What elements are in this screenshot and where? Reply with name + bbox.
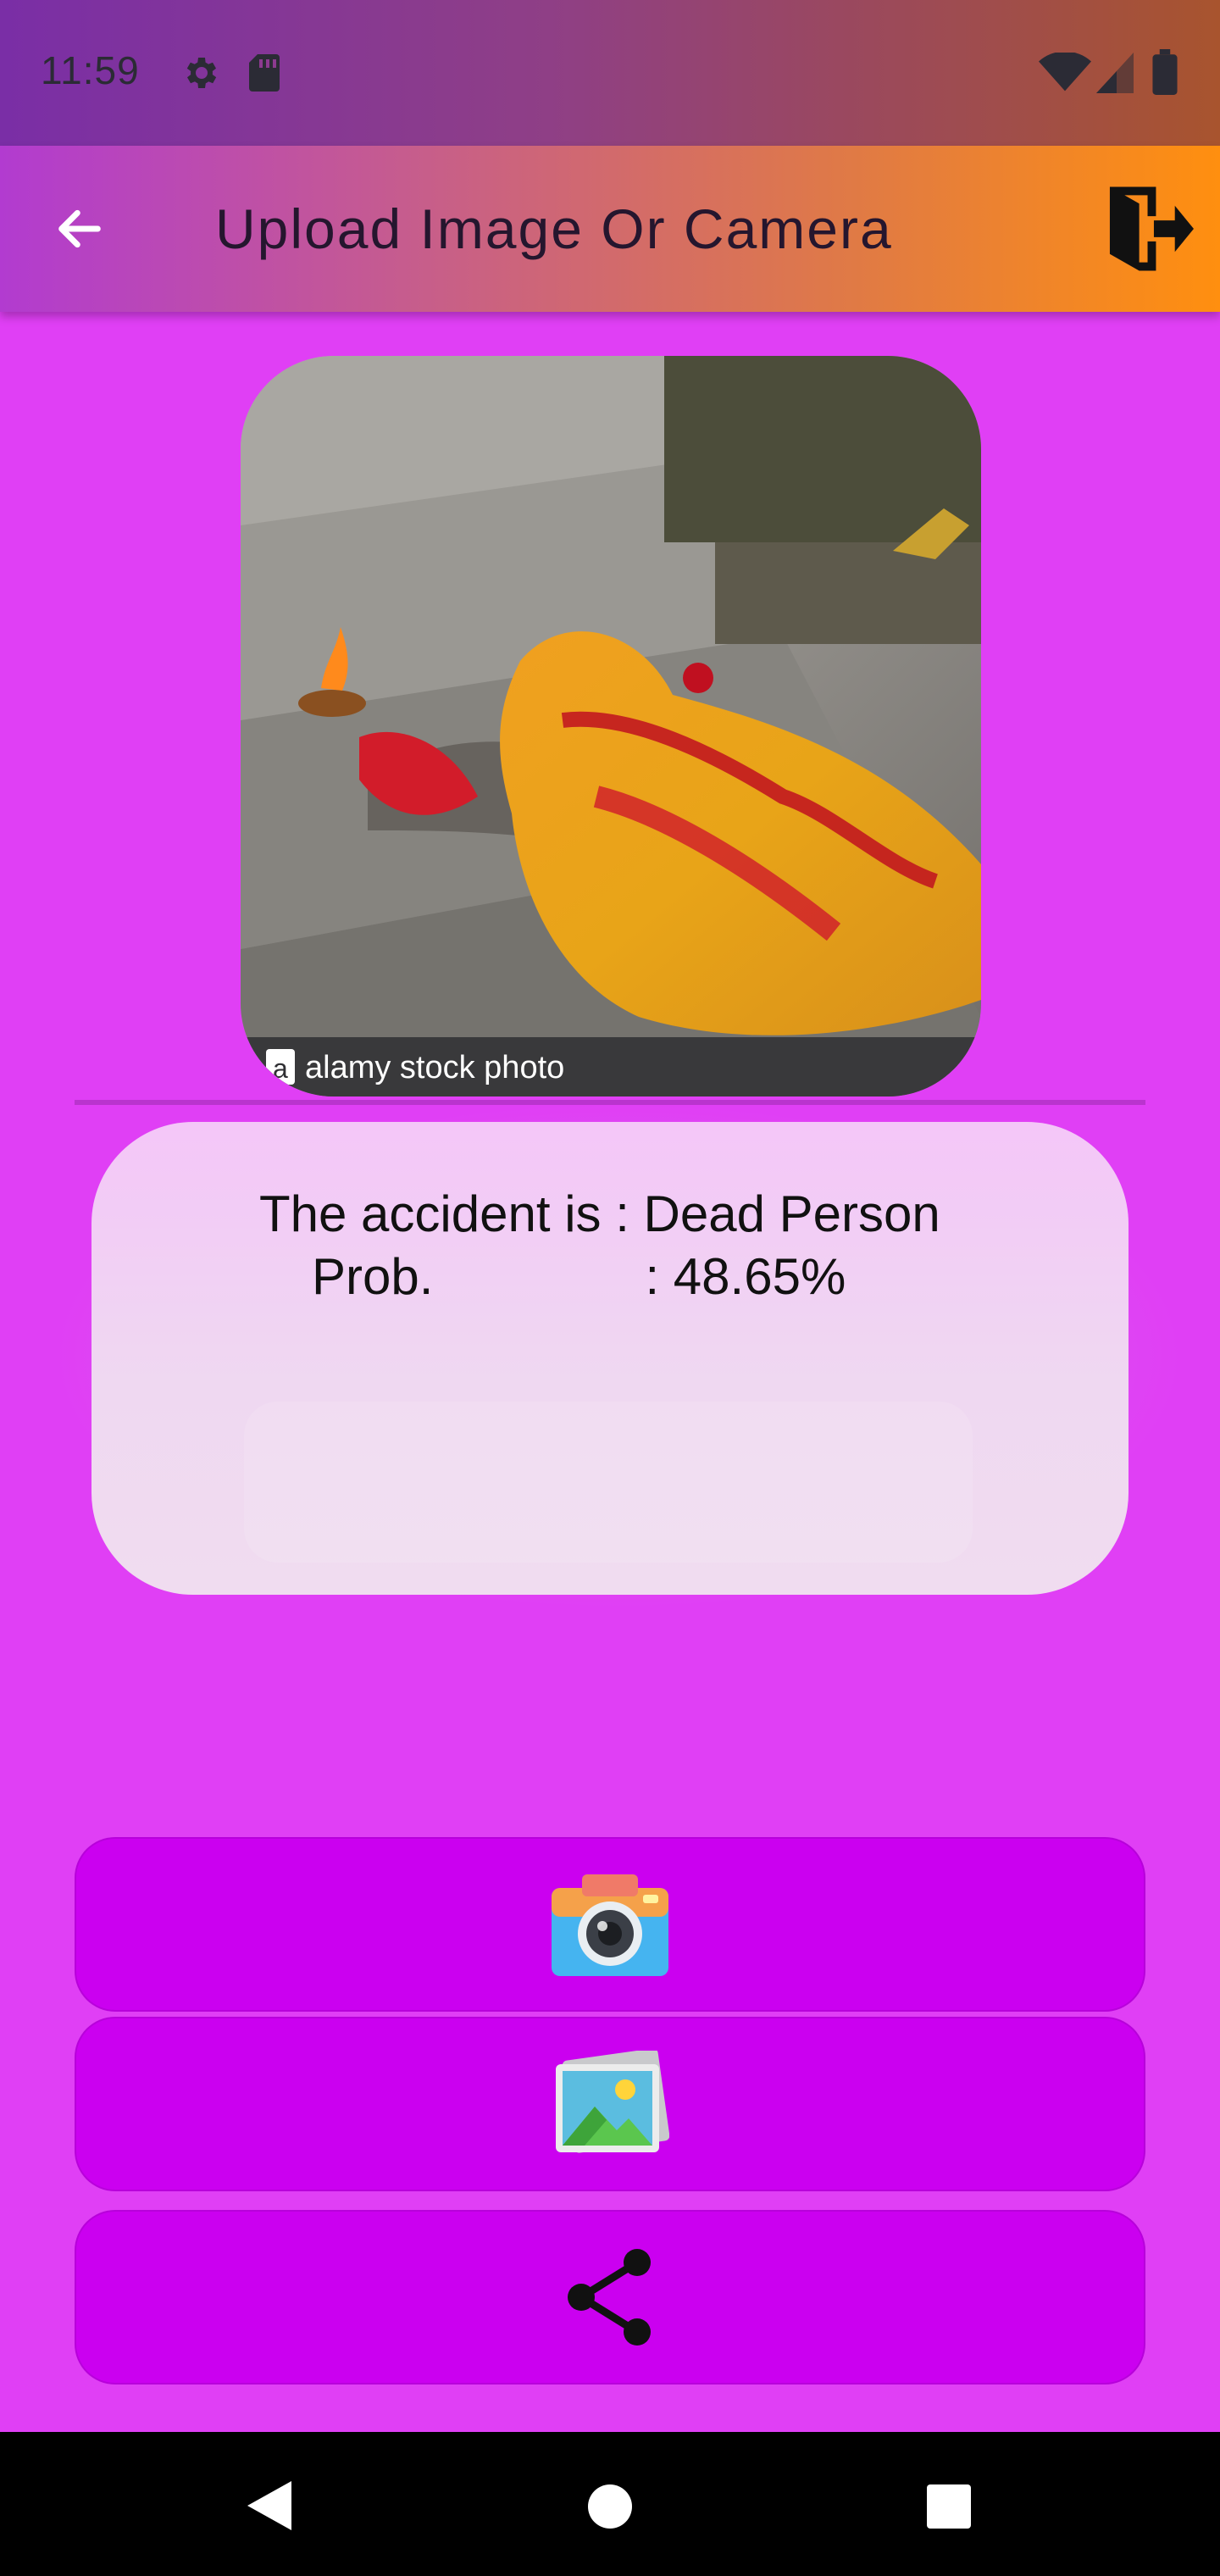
- status-time: 11:59: [41, 48, 140, 92]
- wifi-icon: [1039, 53, 1091, 92]
- result-accident-label: The accident is : Dead Person: [259, 1185, 940, 1242]
- status-bar: 11:59: [0, 0, 1220, 146]
- back-arrow-icon[interactable]: [53, 202, 107, 256]
- nav-home-icon[interactable]: [586, 2483, 634, 2530]
- svg-text:a: a: [273, 1053, 288, 1084]
- nav-back-icon[interactable]: [244, 2478, 295, 2534]
- app-bar: Upload Image Or Camera: [0, 146, 1220, 312]
- nav-recents-icon[interactable]: [925, 2483, 973, 2530]
- page-title: Upload Image Or Camera: [215, 197, 893, 260]
- cell-signal-icon: [1096, 53, 1134, 93]
- camera-icon: [552, 1874, 668, 1976]
- navigation-bar: [0, 2432, 1220, 2576]
- exit-icon[interactable]: [1103, 185, 1196, 273]
- camera-button[interactable]: [75, 1837, 1145, 2012]
- gallery-button[interactable]: [75, 2017, 1145, 2191]
- result-inner-panel: [244, 1402, 973, 1563]
- settings-icon: [186, 58, 217, 88]
- share-icon: [568, 2249, 651, 2346]
- battery-icon: [1152, 49, 1178, 95]
- photo-illustration: a alamy stock photo: [241, 356, 981, 1096]
- result-probability: Prob. : 48.65%: [312, 1248, 846, 1305]
- share-button[interactable]: [75, 2210, 1145, 2384]
- result-card: The accident is : Dead Person Prob. : 48…: [92, 1122, 1128, 1595]
- watermark-text: alamy stock photo: [305, 1050, 564, 1085]
- uploaded-image: a alamy stock photo: [241, 356, 981, 1096]
- sd-card-icon: [249, 54, 280, 92]
- gallery-icon: [556, 2051, 669, 2153]
